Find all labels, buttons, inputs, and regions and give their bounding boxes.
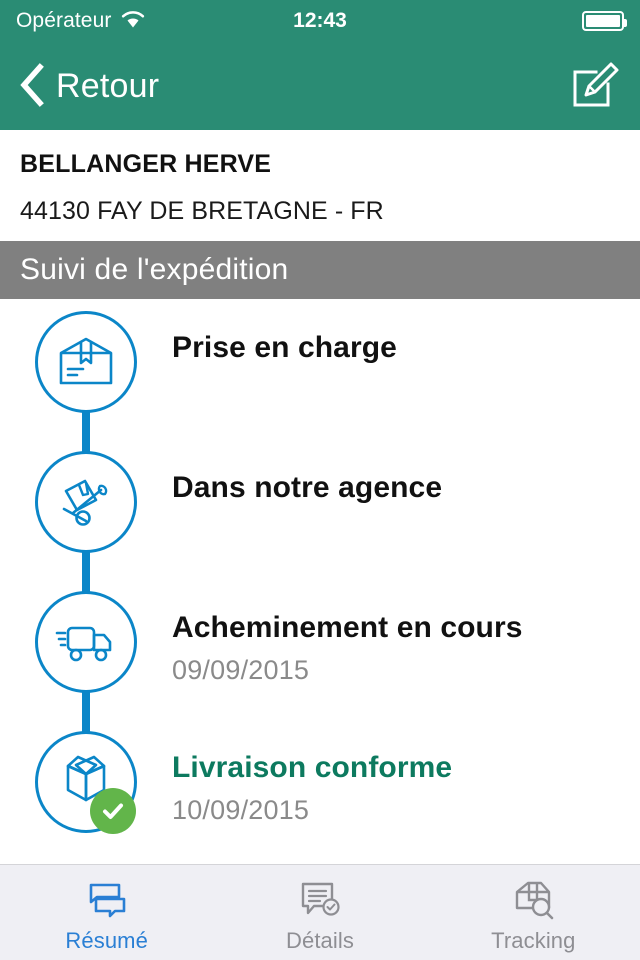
timeline-connector xyxy=(82,411,90,455)
tab-tracking[interactable]: Tracking xyxy=(427,865,640,960)
status-bar-left: Opérateur xyxy=(16,9,146,34)
carrier-label: Opérateur xyxy=(16,9,112,32)
timeline-icon-column xyxy=(0,451,172,595)
open-box-icon xyxy=(35,731,137,834)
navigation-bar: Retour xyxy=(0,42,640,130)
timeline-step[interactable]: Acheminement en cours 09/09/2015 xyxy=(0,591,640,735)
package-box-icon xyxy=(35,311,137,413)
recipient-name: BELLANGER HERVE xyxy=(20,150,272,178)
mobile-app-screen: Opérateur 12:43 Retour BELLANGER HERVE 4… xyxy=(0,0,640,960)
tab-bar: Résumé Détails Tracking xyxy=(0,864,640,960)
timeline-icon-column xyxy=(0,311,172,455)
tab-details[interactable]: Détails xyxy=(213,865,426,960)
delivery-truck-icon xyxy=(35,591,137,693)
speech-bubbles-icon xyxy=(85,878,129,922)
battery-full-icon xyxy=(582,11,627,31)
timeline-step-text: Acheminement en cours 09/09/2015 xyxy=(172,591,640,686)
section-header: Suivi de l'expédition xyxy=(0,241,640,299)
tab-resume-label: Résumé xyxy=(65,927,148,953)
tab-tracking-label: Tracking xyxy=(491,927,576,953)
timeline-step-text: Livraison conforme 10/09/2015 xyxy=(172,731,640,826)
timeline-step-text: Prise en charge xyxy=(172,311,640,367)
timeline-step-label: Prise en charge xyxy=(172,331,397,364)
timeline-step[interactable]: Prise en charge xyxy=(0,311,640,455)
timeline-step-text: Dans notre agence xyxy=(172,451,640,507)
shipment-timeline: Prise en charge Dans notre agence Achemi… xyxy=(0,299,640,864)
tab-resume[interactable]: Résumé xyxy=(0,865,213,960)
timeline-step-label: Livraison conforme xyxy=(172,751,453,784)
tab-details-label: Détails xyxy=(286,927,354,953)
timeline-step-date: 10/09/2015 xyxy=(172,794,310,825)
compose-pencil-icon xyxy=(568,58,622,115)
status-bar-right xyxy=(582,11,627,31)
timeline-connector xyxy=(82,691,90,735)
back-button-label: Retour xyxy=(56,66,160,105)
check-badge-icon xyxy=(90,788,136,834)
timeline-step[interactable]: Livraison conforme 10/09/2015 xyxy=(0,731,640,864)
back-button[interactable]: Retour xyxy=(18,62,160,110)
recipient-block: BELLANGER HERVE 44130 FAY DE BRETAGNE - … xyxy=(0,130,640,241)
hand-truck-icon xyxy=(35,451,137,553)
timeline-icon-column xyxy=(0,591,172,735)
timeline-step-label: Dans notre agence xyxy=(172,471,443,504)
timeline-connector xyxy=(82,551,90,595)
timeline-step-date: 09/09/2015 xyxy=(172,654,310,685)
timeline-step[interactable]: Dans notre agence xyxy=(0,451,640,595)
timeline-step-label: Acheminement en cours xyxy=(172,611,523,644)
chevron-left-icon xyxy=(18,62,44,110)
compose-button[interactable] xyxy=(568,58,622,115)
document-check-icon xyxy=(298,878,342,922)
section-title: Suivi de l'expédition xyxy=(20,253,289,286)
wifi-icon xyxy=(120,9,146,34)
package-search-icon xyxy=(511,878,555,922)
timeline-icon-column xyxy=(0,731,172,834)
recipient-address: 44130 FAY DE BRETAGNE - FR xyxy=(20,196,384,225)
status-bar: Opérateur 12:43 xyxy=(0,0,640,42)
